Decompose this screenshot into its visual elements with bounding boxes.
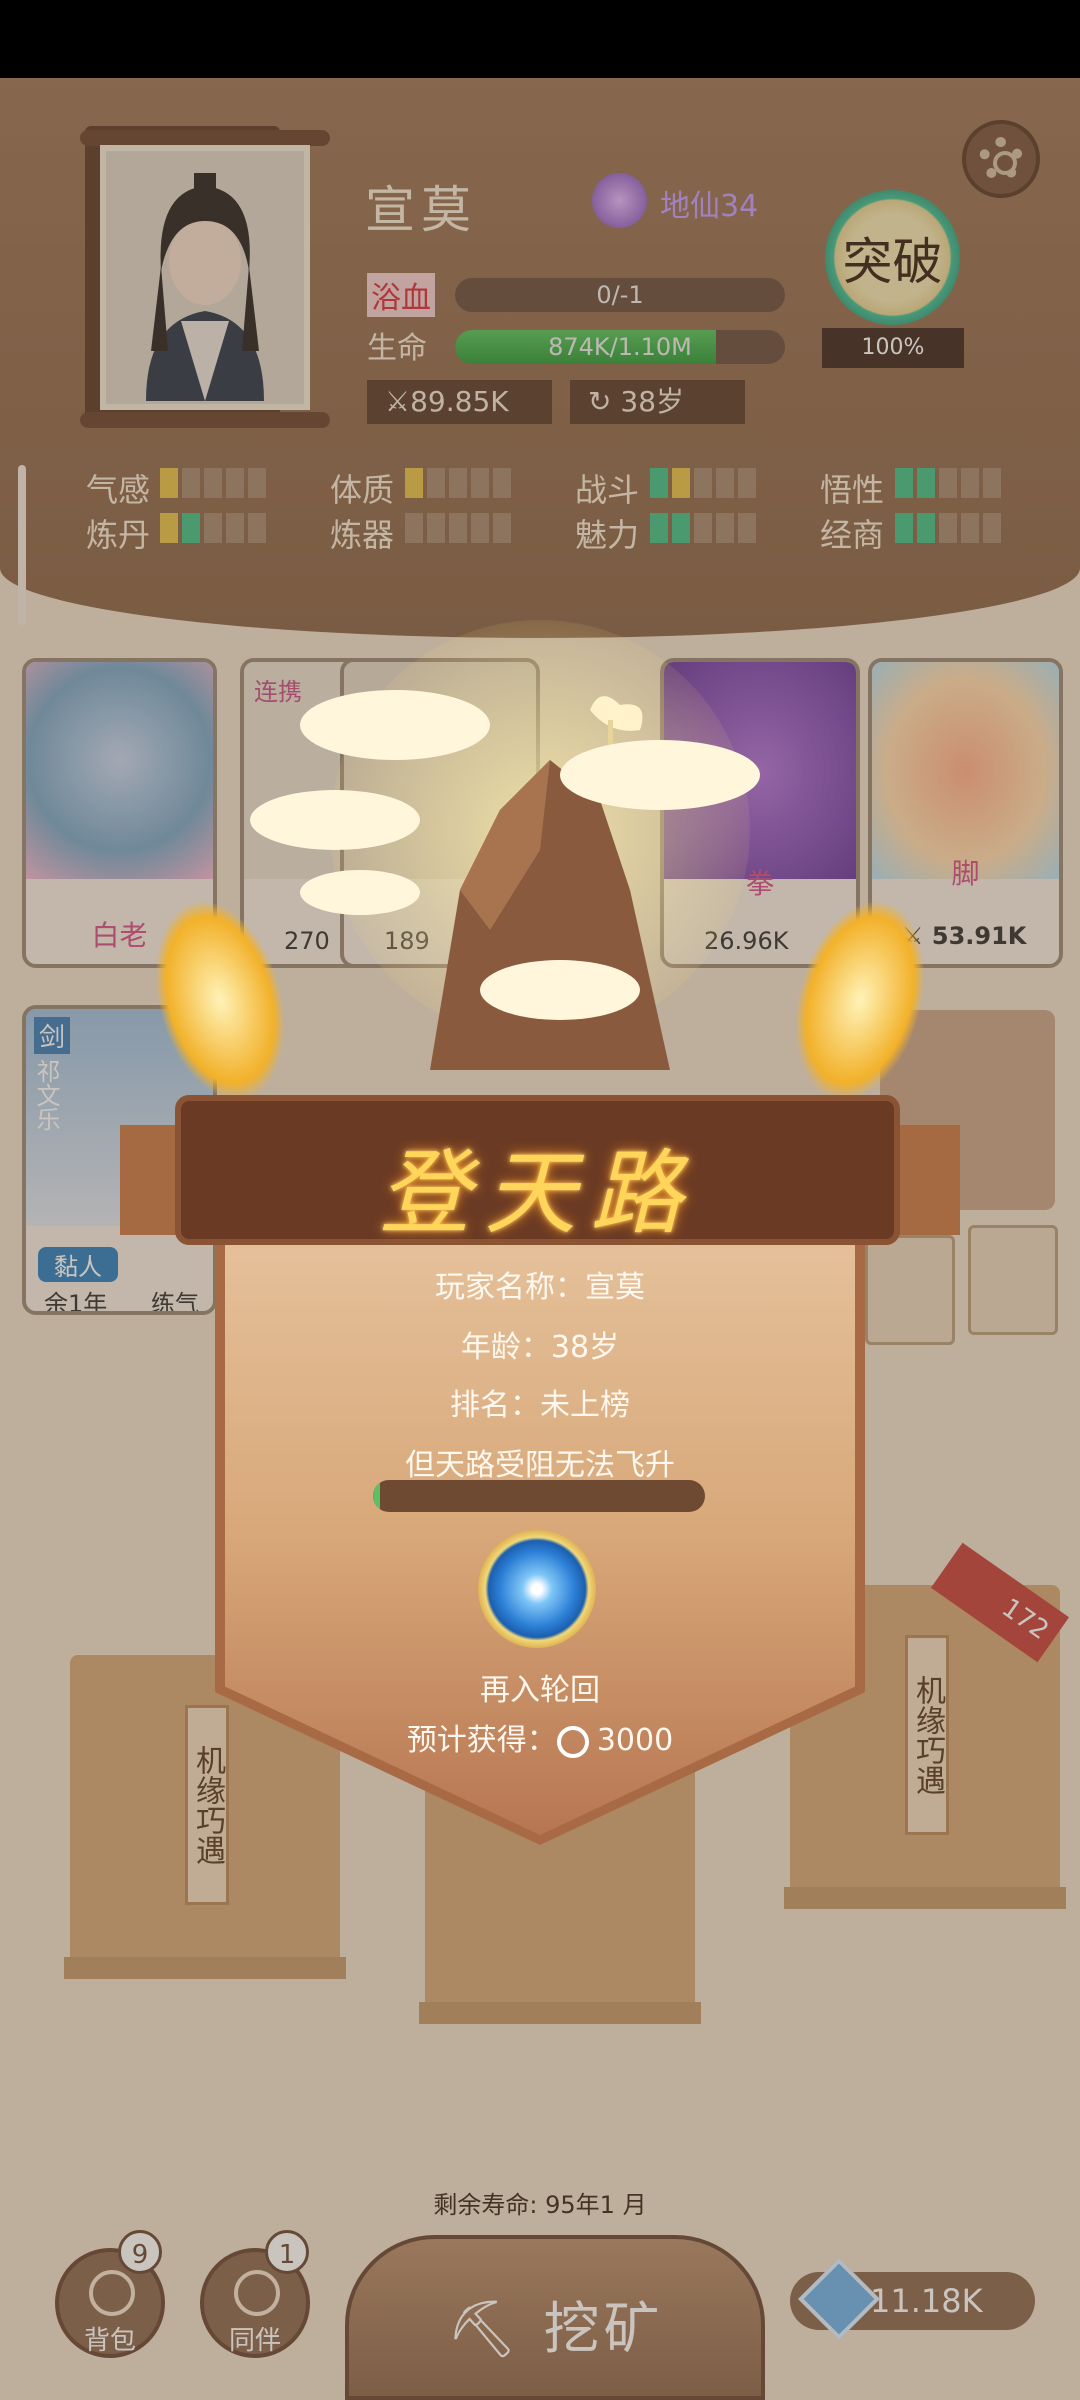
rank-line: 排名：未上榜 bbox=[450, 1388, 630, 1423]
spiral-coin-icon bbox=[556, 1725, 589, 1758]
reward-value: 3000 bbox=[596, 1723, 674, 1758]
cloud bbox=[300, 870, 420, 915]
title-banner: 登天路 bbox=[175, 1095, 900, 1247]
cloud bbox=[250, 790, 420, 850]
reward-line: 预计获得： 3000 bbox=[225, 1715, 855, 1759]
rebirth-label[interactable]: 再入轮回 bbox=[225, 1665, 855, 1709]
player-name-line: 玩家名称：宣莫 bbox=[435, 1270, 645, 1305]
cloud bbox=[480, 960, 640, 1020]
modal-title: 登天路 bbox=[378, 1140, 697, 1247]
ascension-progress bbox=[373, 1480, 705, 1512]
blocked-line: 但天路受阻无法飞升 bbox=[405, 1448, 675, 1483]
status-bar bbox=[0, 0, 1080, 78]
reward-label: 预计获得： bbox=[406, 1723, 557, 1758]
age-line: 年龄：38岁 bbox=[460, 1330, 620, 1365]
rebirth-button[interactable] bbox=[478, 1530, 596, 1648]
cloud bbox=[560, 740, 760, 810]
cloud bbox=[300, 690, 490, 760]
